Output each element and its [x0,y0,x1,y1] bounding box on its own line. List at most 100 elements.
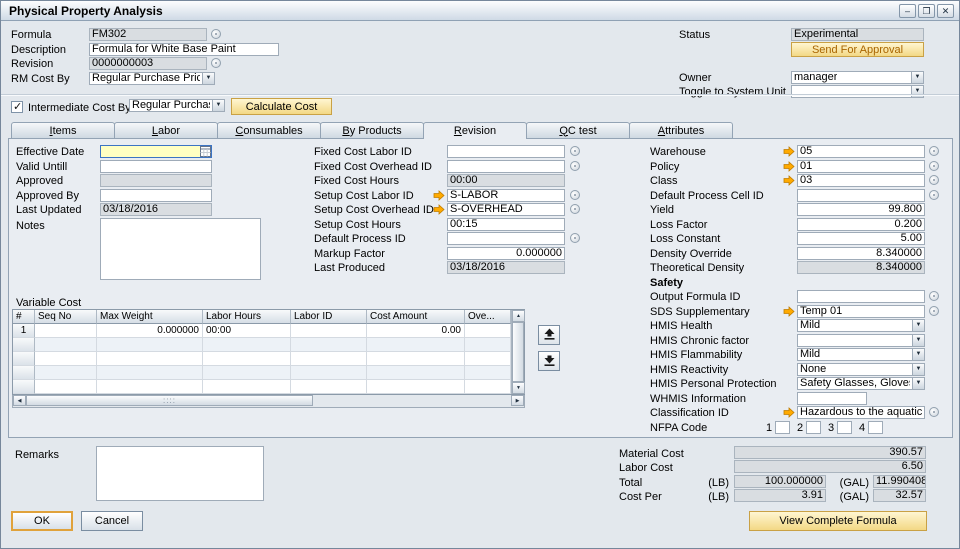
column-header-ove[interactable]: Ove... [465,310,511,324]
tab-labor[interactable]: Labor [114,122,218,138]
scroll-up-icon[interactable] [512,310,525,322]
rm-cost-by-combo[interactable]: Regular Purchase Price [89,72,215,85]
choose-from-list-icon[interactable] [570,233,580,243]
tab-revision[interactable]: Revision [423,122,527,139]
chevron-down-icon[interactable] [912,378,924,389]
choose-from-list-icon[interactable] [570,204,580,214]
link-arrow-icon[interactable] [433,204,445,215]
table-cell[interactable]: 00:00 [203,324,291,338]
link-arrow-icon[interactable] [783,306,795,317]
scrollbar-thumb[interactable] [26,395,313,406]
tab-by-products[interactable]: By Products [320,122,424,138]
link-arrow-icon[interactable] [783,146,795,157]
tab-attributes[interactable]: Attributes [629,122,733,138]
table-cell[interactable] [367,366,465,380]
loss-factor-field[interactable]: 0.200 [797,218,925,231]
setup-cost-labor-id-field[interactable]: S-LABOR [447,189,565,202]
table-cell[interactable] [35,366,97,380]
table-cell[interactable] [465,338,511,352]
table-cell[interactable] [35,338,97,352]
move-row-down-button[interactable] [538,351,560,371]
setup-cost-overhead-id-field[interactable]: S-OVERHEAD [447,203,565,216]
column-header-seq-no[interactable]: Seq No [35,310,97,324]
tab-qc-test[interactable]: QC test [526,122,630,138]
choose-from-list-icon[interactable] [929,306,939,316]
nfpa-1-field[interactable] [775,421,790,434]
table-cell[interactable] [35,324,97,338]
nfpa-3-field[interactable] [837,421,852,434]
link-arrow-icon[interactable] [783,175,795,186]
table-cell[interactable] [291,366,367,380]
choose-from-list-icon[interactable] [929,291,939,301]
choose-from-list-icon[interactable] [211,29,221,39]
chevron-down-icon[interactable] [911,72,923,83]
sds-supplementary-field[interactable]: Temp 01 [797,305,925,318]
table-cell[interactable] [367,352,465,366]
toggle-to-system-unit-combo[interactable] [791,85,924,98]
column-header-labor-hours[interactable]: Labor Hours [203,310,291,324]
table-cell[interactable] [367,338,465,352]
density-override-field[interactable]: 8.340000 [797,247,925,260]
table-cell[interactable] [35,380,97,394]
table-cell[interactable] [291,352,367,366]
titlebar[interactable]: Physical Property Analysis – ❐ ✕ [1,1,959,21]
description-field[interactable]: Formula for White Base Paint [89,43,279,56]
hmis-flammability-combo[interactable]: Mild [797,348,925,361]
remarks-textarea[interactable] [96,446,264,501]
column-header-cost-amount[interactable]: Cost Amount [367,310,465,324]
classification-id-field[interactable]: Hazardous to the aquatic ( [797,406,925,419]
table-cell[interactable] [465,324,511,338]
choose-from-list-icon[interactable] [929,175,939,185]
table-row-3[interactable] [13,352,511,366]
table-row-4[interactable] [13,366,511,380]
chevron-down-icon[interactable] [912,349,924,360]
table-cell[interactable] [367,380,465,394]
approved-by-field[interactable] [100,189,212,202]
chevron-down-icon[interactable] [912,320,924,331]
choose-from-list-icon[interactable] [570,190,580,200]
table-row-2[interactable] [13,338,511,352]
table-cell[interactable] [465,352,511,366]
table-cell[interactable] [465,366,511,380]
table-cell[interactable] [35,352,97,366]
chevron-down-icon[interactable] [202,73,214,84]
cancel-button[interactable]: Cancel [81,511,143,531]
move-row-up-button[interactable] [538,325,560,345]
intermediate-cost-by-combo[interactable]: Regular Purchase [129,99,225,112]
tab-consumables[interactable]: Consumables [217,122,321,138]
output-formula-id-field[interactable] [797,290,925,303]
column-header-num[interactable]: # [13,310,35,324]
maximize-icon[interactable]: ❐ [918,4,935,18]
markup-factor-field[interactable]: 0.000000 [447,247,565,260]
table-horizontal-scrollbar[interactable] [12,395,525,408]
default-process-cell-id-field[interactable] [797,189,925,202]
scroll-down-icon[interactable] [512,382,525,394]
fixed-cost-overhead-id-field[interactable] [447,160,565,173]
nfpa-2-field[interactable] [806,421,821,434]
chevron-down-icon[interactable] [912,335,924,346]
table-cell[interactable] [291,338,367,352]
loss-constant-field[interactable]: 5.00 [797,232,925,245]
policy-field[interactable]: 01 [797,160,925,173]
table-cell[interactable] [97,352,203,366]
choose-from-list-icon[interactable] [929,146,939,156]
ok-button[interactable]: OK [11,511,73,531]
table-cell[interactable]: 0.000000 [97,324,203,338]
whmis-information-field[interactable] [797,392,867,405]
choose-from-list-icon[interactable] [570,146,580,156]
table-cell[interactable]: 0.00 [367,324,465,338]
scroll-left-icon[interactable] [13,395,26,406]
notes-textarea[interactable] [100,218,261,280]
column-header-labor-id[interactable]: Labor ID [291,310,367,324]
owner-combo[interactable]: manager [791,71,924,84]
table-cell[interactable] [291,380,367,394]
table-cell[interactable] [291,324,367,338]
view-complete-formula-button[interactable]: View Complete Formula [749,511,927,531]
setup-cost-hours-field[interactable]: 00:15 [447,218,565,231]
fixed-cost-labor-id-field[interactable] [447,145,565,158]
warehouse-field[interactable]: 05 [797,145,925,158]
choose-from-list-icon[interactable] [929,407,939,417]
table-cell[interactable] [203,366,291,380]
link-arrow-icon[interactable] [783,161,795,172]
hmis-personal-protection-combo[interactable]: Safety Glasses, Gloves [797,377,925,390]
